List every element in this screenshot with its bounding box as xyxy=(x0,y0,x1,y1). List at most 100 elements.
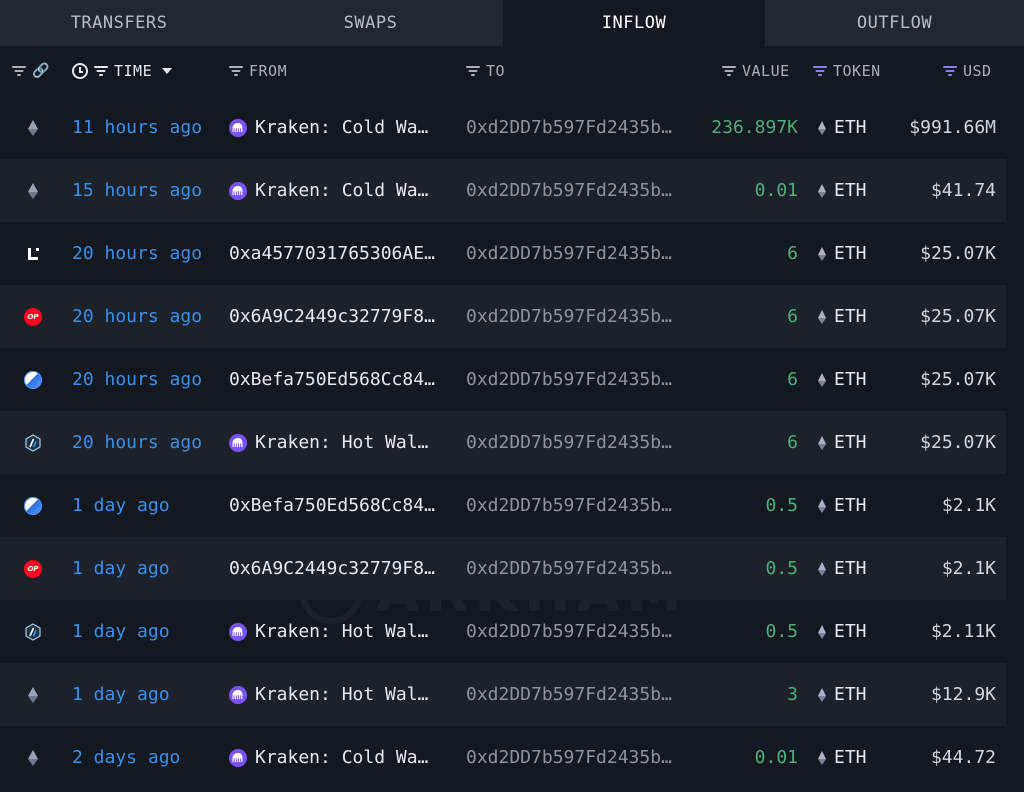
eth-token-icon xyxy=(818,498,826,513)
from-address[interactable]: Kraken: Cold Wa… xyxy=(229,726,449,789)
chain-cell[interactable] xyxy=(22,159,44,222)
to-address[interactable]: 0xd2DD7b597Fd2435b… xyxy=(466,285,688,348)
flow-tabs: TRANSFERS SWAPS INFLOW OUTFLOW xyxy=(0,0,1024,46)
time-column-header[interactable]: TIME xyxy=(72,46,173,96)
to-address[interactable]: 0xd2DD7b597Fd2435b… xyxy=(466,222,688,285)
chain-cell[interactable] xyxy=(22,600,44,663)
time-link[interactable]: 15 hours ago xyxy=(72,159,202,222)
eth-token-icon xyxy=(818,561,826,576)
to-filter-icon[interactable] xyxy=(466,66,480,76)
table-row[interactable]: 20 hours ago 0xa4577031765306AE… 0xd2DD7… xyxy=(0,222,1006,285)
usd-amount: $991.66M xyxy=(909,117,996,138)
table-row[interactable]: OP 20 hours ago 0x6A9C2449c32779F8… 0xd2… xyxy=(0,285,1006,348)
chain-cell[interactable] xyxy=(22,474,44,537)
token-symbol: ETH xyxy=(834,684,867,705)
value-amount: 236.897K xyxy=(711,117,798,138)
from-address[interactable]: Kraken: Cold Wa… xyxy=(229,159,449,222)
chain-cell[interactable]: OP xyxy=(22,537,44,600)
time-link[interactable]: 20 hours ago xyxy=(72,348,202,411)
usd-column-header[interactable]: USD xyxy=(943,46,992,96)
value-filter-icon[interactable] xyxy=(722,66,736,76)
to-address[interactable]: 0xd2DD7b597Fd2435b… xyxy=(466,96,688,159)
value-amount: 6 xyxy=(787,369,798,390)
time-link[interactable]: 20 hours ago xyxy=(72,411,202,474)
transactions-panel: ARKHAM TRANSFERS SWAPS INFLOW OUTFLOW 🔗 … xyxy=(0,0,1024,792)
chain-cell[interactable] xyxy=(22,726,44,789)
to-address[interactable]: 0xd2DD7b597Fd2435b… xyxy=(466,726,688,789)
from-address[interactable]: Kraken: Hot Wal… xyxy=(229,663,449,726)
time-link[interactable]: 2 days ago xyxy=(72,726,180,789)
table-row[interactable]: OP 1 day ago 0x6A9C2449c32779F8… 0xd2DD7… xyxy=(0,537,1006,600)
table-row[interactable]: 1 day ago Kraken: Hot Wal… 0xd2DD7b597Fd… xyxy=(0,663,1006,726)
tab-inflow[interactable]: INFLOW xyxy=(503,0,765,46)
token-cell[interactable]: ETH xyxy=(818,159,867,222)
table-row[interactable]: 1 day ago 0xBefa750Ed568Cc84… 0xd2DD7b59… xyxy=(0,474,1006,537)
table-row[interactable]: 15 hours ago Kraken: Cold Wa… 0xd2DD7b59… xyxy=(0,159,1006,222)
to-column-header[interactable]: TO xyxy=(466,46,505,96)
table-row[interactable]: 20 hours ago 0xBefa750Ed568Cc84… 0xd2DD7… xyxy=(0,348,1006,411)
from-column-header[interactable]: FROM xyxy=(229,46,287,96)
time-link[interactable]: 11 hours ago xyxy=(72,96,202,159)
to-address[interactable]: 0xd2DD7b597Fd2435b… xyxy=(466,159,688,222)
tab-transfers[interactable]: TRANSFERS xyxy=(0,0,238,46)
to-address[interactable]: 0xd2DD7b597Fd2435b… xyxy=(466,663,688,726)
from-address[interactable]: Kraken: Hot Wal… xyxy=(229,411,449,474)
tab-swaps[interactable]: SWAPS xyxy=(238,0,503,46)
value-column-header[interactable]: VALUE xyxy=(722,46,790,96)
token-cell[interactable]: ETH xyxy=(818,222,867,285)
chain-cell[interactable] xyxy=(22,411,44,474)
from-address[interactable]: 0x6A9C2449c32779F8… xyxy=(229,285,449,348)
link-icon[interactable]: 🔗 xyxy=(32,63,49,79)
chain-cell[interactable] xyxy=(22,348,44,411)
sort-desc-icon[interactable] xyxy=(162,68,173,74)
table-row[interactable]: 1 day ago Kraken: Hot Wal… 0xd2DD7b597Fd… xyxy=(0,600,1006,663)
table-header: 🔗 TIME FROM TO VALUE TOKEN USD xyxy=(0,46,1024,96)
chain-cell[interactable] xyxy=(22,663,44,726)
base-chain-icon xyxy=(24,496,42,515)
token-cell[interactable]: ETH xyxy=(818,348,867,411)
chain-filter-icon[interactable] xyxy=(12,66,26,76)
token-cell[interactable]: ETH xyxy=(818,474,867,537)
tab-outflow[interactable]: OUTFLOW xyxy=(765,0,1024,46)
to-address[interactable]: 0xd2DD7b597Fd2435b… xyxy=(466,474,688,537)
token-cell[interactable]: ETH xyxy=(818,411,867,474)
time-link[interactable]: 20 hours ago xyxy=(72,222,202,285)
chain-cell[interactable] xyxy=(22,222,44,285)
table-row[interactable]: 11 hours ago Kraken: Cold Wa… 0xd2DD7b59… xyxy=(0,96,1006,159)
to-address[interactable]: 0xd2DD7b597Fd2435b… xyxy=(466,348,688,411)
time-link[interactable]: 1 day ago xyxy=(72,537,170,600)
table-row[interactable]: 20 hours ago Kraken: Hot Wal… 0xd2DD7b59… xyxy=(0,411,1006,474)
to-address[interactable]: 0xd2DD7b597Fd2435b… xyxy=(466,600,688,663)
time-link[interactable]: 1 day ago xyxy=(72,474,170,537)
time-filter-icon[interactable] xyxy=(94,66,108,76)
token-column-header[interactable]: TOKEN xyxy=(813,46,881,96)
token-cell[interactable]: ETH xyxy=(818,537,867,600)
kraken-entity-icon xyxy=(229,433,247,452)
token-cell[interactable]: ETH xyxy=(818,726,867,789)
token-cell[interactable]: ETH xyxy=(818,96,867,159)
chain-cell[interactable] xyxy=(22,96,44,159)
token-cell[interactable]: ETH xyxy=(818,285,867,348)
from-address[interactable]: 0xa4577031765306AE… xyxy=(229,222,449,285)
time-link[interactable]: 1 day ago xyxy=(72,663,170,726)
to-address[interactable]: 0xd2DD7b597Fd2435b… xyxy=(466,537,688,600)
from-address[interactable]: Kraken: Cold Wa… xyxy=(229,96,449,159)
chain-cell[interactable]: OP xyxy=(22,285,44,348)
time-link[interactable]: 20 hours ago xyxy=(72,285,202,348)
token-cell[interactable]: ETH xyxy=(818,600,867,663)
transactions-list: 11 hours ago Kraken: Cold Wa… 0xd2DD7b59… xyxy=(0,96,1024,789)
token-header-label: TOKEN xyxy=(833,62,881,80)
time-link[interactable]: 1 day ago xyxy=(72,600,170,663)
from-filter-icon[interactable] xyxy=(229,66,243,76)
to-address[interactable]: 0xd2DD7b597Fd2435b… xyxy=(466,411,688,474)
value-amount: 0.01 xyxy=(754,180,798,201)
usd-filter-icon[interactable] xyxy=(943,66,957,76)
from-label: Kraken: Hot Wal… xyxy=(255,621,429,642)
from-address[interactable]: Kraken: Hot Wal… xyxy=(229,600,449,663)
token-cell[interactable]: ETH xyxy=(818,663,867,726)
token-filter-icon[interactable] xyxy=(813,66,827,76)
from-address[interactable]: 0xBefa750Ed568Cc84… xyxy=(229,474,449,537)
from-address[interactable]: 0x6A9C2449c32779F8… xyxy=(229,537,449,600)
table-row[interactable]: 2 days ago Kraken: Cold Wa… 0xd2DD7b597F… xyxy=(0,726,1006,789)
from-address[interactable]: 0xBefa750Ed568Cc84… xyxy=(229,348,449,411)
